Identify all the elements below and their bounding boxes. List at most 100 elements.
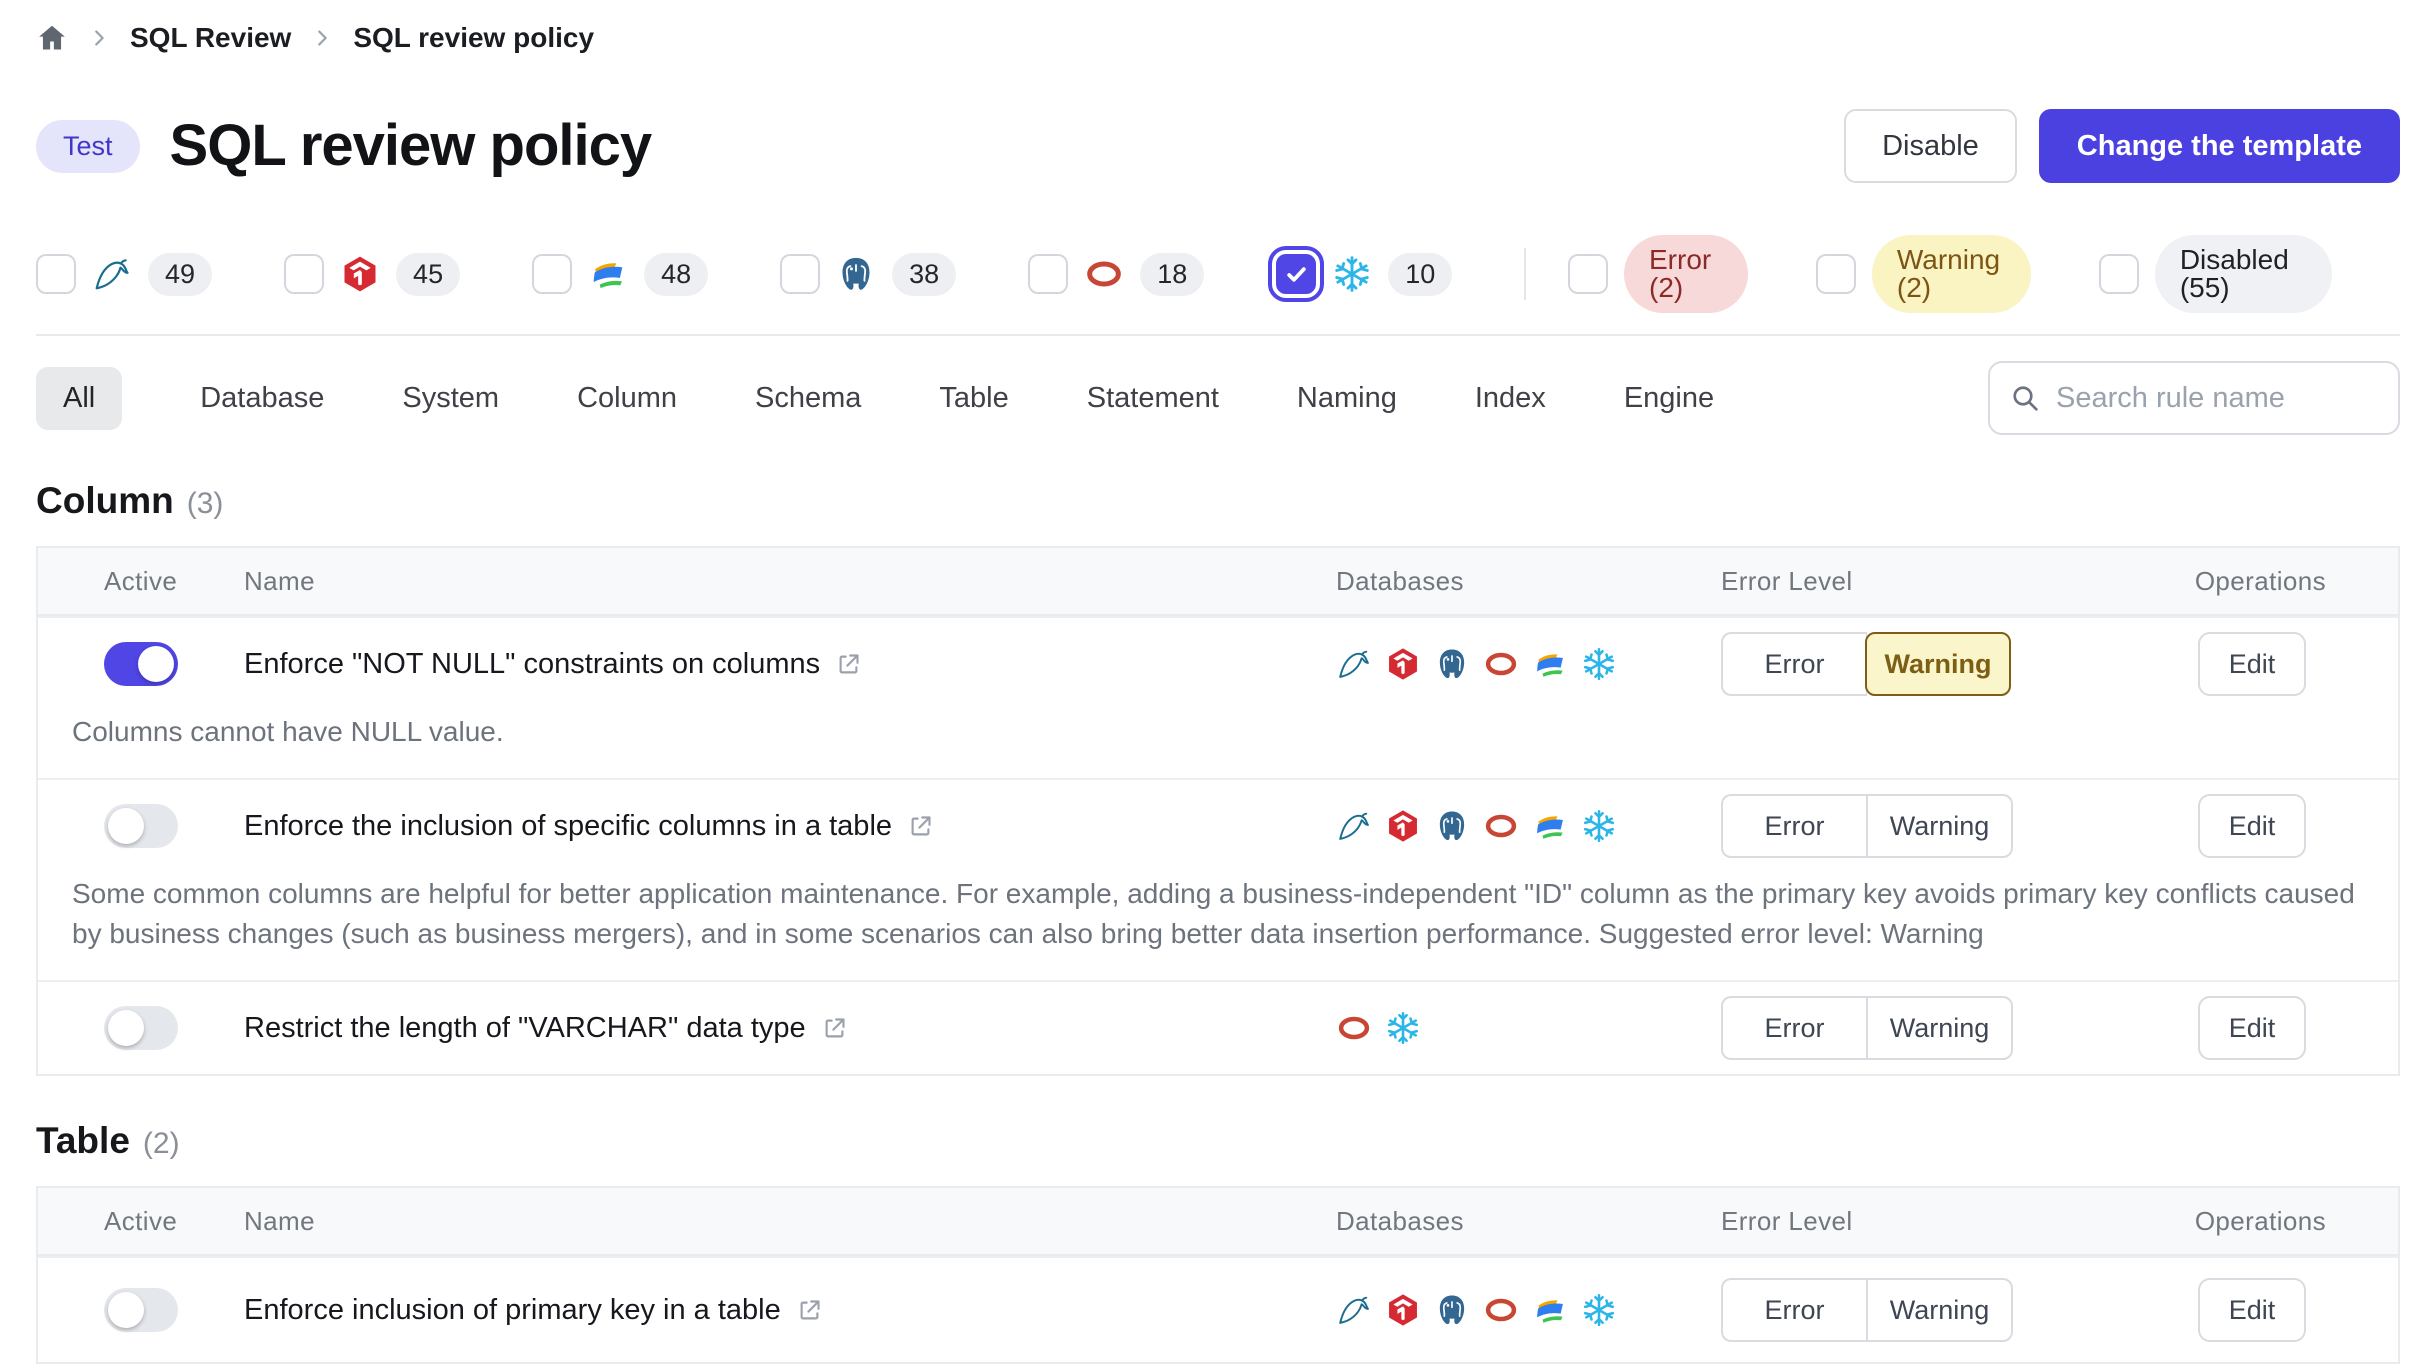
edit-button[interactable]: Edit <box>2198 794 2306 858</box>
postgresql-count-badge: 38 <box>892 253 956 296</box>
disabled-checkbox[interactable] <box>2099 254 2139 294</box>
error-level-warning-button[interactable]: Warning <box>1867 996 2013 1060</box>
tidb-icon <box>1385 808 1421 844</box>
error-level-error-button[interactable]: Error <box>1721 794 1867 858</box>
rule-name[interactable]: Restrict the length of "VARCHAR" data ty… <box>244 1012 806 1045</box>
postgresql-icon <box>1434 1292 1470 1328</box>
engine-filter-tidb[interactable]: 45 <box>284 253 460 296</box>
level-filter-disabled[interactable]: Disabled (55) <box>2099 235 2332 313</box>
home-icon[interactable] <box>36 22 68 54</box>
edit-button[interactable]: Edit <box>2198 1278 2306 1342</box>
section-title-column: Column (3) <box>36 480 2400 526</box>
tidb-icon <box>1385 646 1421 682</box>
search-input[interactable] <box>1988 361 2400 435</box>
tab-column[interactable]: Column <box>577 367 677 430</box>
oracle-icon <box>1483 808 1519 844</box>
error-level-error-button[interactable]: Error <box>1721 996 1867 1060</box>
error-level-warning-button[interactable]: Warning <box>1865 632 2011 696</box>
external-link-icon[interactable] <box>796 1297 823 1324</box>
tab-statement[interactable]: Statement <box>1087 367 1219 430</box>
rule-databases <box>1336 1010 1721 1046</box>
rule-description: Columns cannot have NULL value. <box>38 710 2398 778</box>
oracle-icon <box>1084 254 1124 294</box>
environment-badge: Test <box>36 120 140 173</box>
active-toggle[interactable] <box>104 642 178 686</box>
breadcrumb-current: SQL review policy <box>353 22 594 54</box>
disable-button[interactable]: Disable <box>1844 109 2017 183</box>
tab-table[interactable]: Table <box>939 367 1008 430</box>
rule-name[interactable]: Enforce "NOT NULL" constraints on column… <box>244 648 820 681</box>
tab-system[interactable]: System <box>402 367 499 430</box>
engine-filter-oceanbase[interactable]: 48 <box>532 253 708 296</box>
error-level-error-button[interactable]: Error <box>1721 632 1867 696</box>
error-checkbox[interactable] <box>1568 254 1608 294</box>
error-filter-pill: Error (2) <box>1624 235 1748 313</box>
table-row: Restrict the length of "VARCHAR" data ty… <box>38 980 2398 1074</box>
tab-engine[interactable]: Engine <box>1624 367 1714 430</box>
mysql-icon <box>1336 646 1372 682</box>
active-toggle[interactable] <box>104 1288 178 1332</box>
error-level-warning-button[interactable]: Warning <box>1867 794 2013 858</box>
section-count: (3) <box>187 487 224 521</box>
engine-filter-oracle[interactable]: 18 <box>1028 253 1204 296</box>
postgresql-checkbox[interactable] <box>780 254 820 294</box>
active-toggle[interactable] <box>104 1006 178 1050</box>
rule-description: Some common columns are helpful for bett… <box>38 872 2398 980</box>
engine-filter-snowflake[interactable]: 10 <box>1276 253 1452 296</box>
tab-database[interactable]: Database <box>200 367 324 430</box>
external-link-icon[interactable] <box>835 651 862 678</box>
search-icon <box>2009 382 2041 414</box>
mysql-checkbox[interactable] <box>36 254 76 294</box>
external-link-icon[interactable] <box>821 1015 848 1042</box>
section-title-table: Table (2) <box>36 1120 2400 1166</box>
error-level-control: Error Warning <box>1721 1278 2106 1342</box>
table-header-row: Active Name Databases Error Level Operat… <box>38 1188 2398 1256</box>
tidb-icon <box>1385 1292 1421 1328</box>
error-level-error-button[interactable]: Error <box>1721 1278 1867 1342</box>
mysql-icon <box>1336 1292 1372 1328</box>
disabled-filter-pill: Disabled (55) <box>2155 235 2332 313</box>
postgresql-icon <box>1434 646 1470 682</box>
oceanbase-count-badge: 48 <box>644 253 708 296</box>
mysql-icon <box>1336 808 1372 844</box>
table-header-row: Active Name Databases Error Level Operat… <box>38 548 2398 616</box>
engine-filter-postgresql[interactable]: 38 <box>780 253 956 296</box>
rule-name[interactable]: Enforce inclusion of primary key in a ta… <box>244 1294 781 1327</box>
table-rules-table: Active Name Databases Error Level Operat… <box>36 1186 2400 1364</box>
snowflake-count-badge: 10 <box>1388 253 1452 296</box>
tidb-icon <box>340 254 380 294</box>
edit-button[interactable]: Edit <box>2198 996 2306 1060</box>
page-title: SQL review policy <box>170 117 652 175</box>
divider <box>36 334 2400 336</box>
tab-index[interactable]: Index <box>1475 367 1546 430</box>
rule-databases <box>1336 646 1721 682</box>
error-level-control: Error Warning <box>1721 632 2106 696</box>
error-level-warning-button[interactable]: Warning <box>1867 1278 2013 1342</box>
level-filter-error[interactable]: Error (2) <box>1568 235 1748 313</box>
external-link-icon[interactable] <box>907 813 934 840</box>
breadcrumb-sql-review[interactable]: SQL Review <box>130 22 291 54</box>
tab-all[interactable]: All <box>36 367 122 430</box>
snowflake-icon <box>1332 254 1372 294</box>
snowflake-icon <box>1581 808 1617 844</box>
warning-checkbox[interactable] <box>1816 254 1856 294</box>
level-filter-warning[interactable]: Warning (2) <box>1816 235 2031 313</box>
tab-schema[interactable]: Schema <box>755 367 861 430</box>
rule-name[interactable]: Enforce the inclusion of specific column… <box>244 810 892 843</box>
tab-naming[interactable]: Naming <box>1297 367 1397 430</box>
oracle-count-badge: 18 <box>1140 253 1204 296</box>
rule-databases <box>1336 1292 1721 1328</box>
change-template-button[interactable]: Change the template <box>2039 109 2400 183</box>
tidb-checkbox[interactable] <box>284 254 324 294</box>
rule-databases <box>1336 808 1721 844</box>
column-rules-table: Active Name Databases Error Level Operat… <box>36 546 2400 1076</box>
active-toggle[interactable] <box>104 804 178 848</box>
edit-button[interactable]: Edit <box>2198 632 2306 696</box>
engine-filter-mysql[interactable]: 49 <box>36 253 212 296</box>
snowflake-checkbox[interactable] <box>1276 254 1316 294</box>
tidb-count-badge: 45 <box>396 253 460 296</box>
page-header: Test SQL review policy Disable Change th… <box>36 104 2400 188</box>
oracle-checkbox[interactable] <box>1028 254 1068 294</box>
section-count: (2) <box>143 1127 180 1161</box>
oceanbase-checkbox[interactable] <box>532 254 572 294</box>
